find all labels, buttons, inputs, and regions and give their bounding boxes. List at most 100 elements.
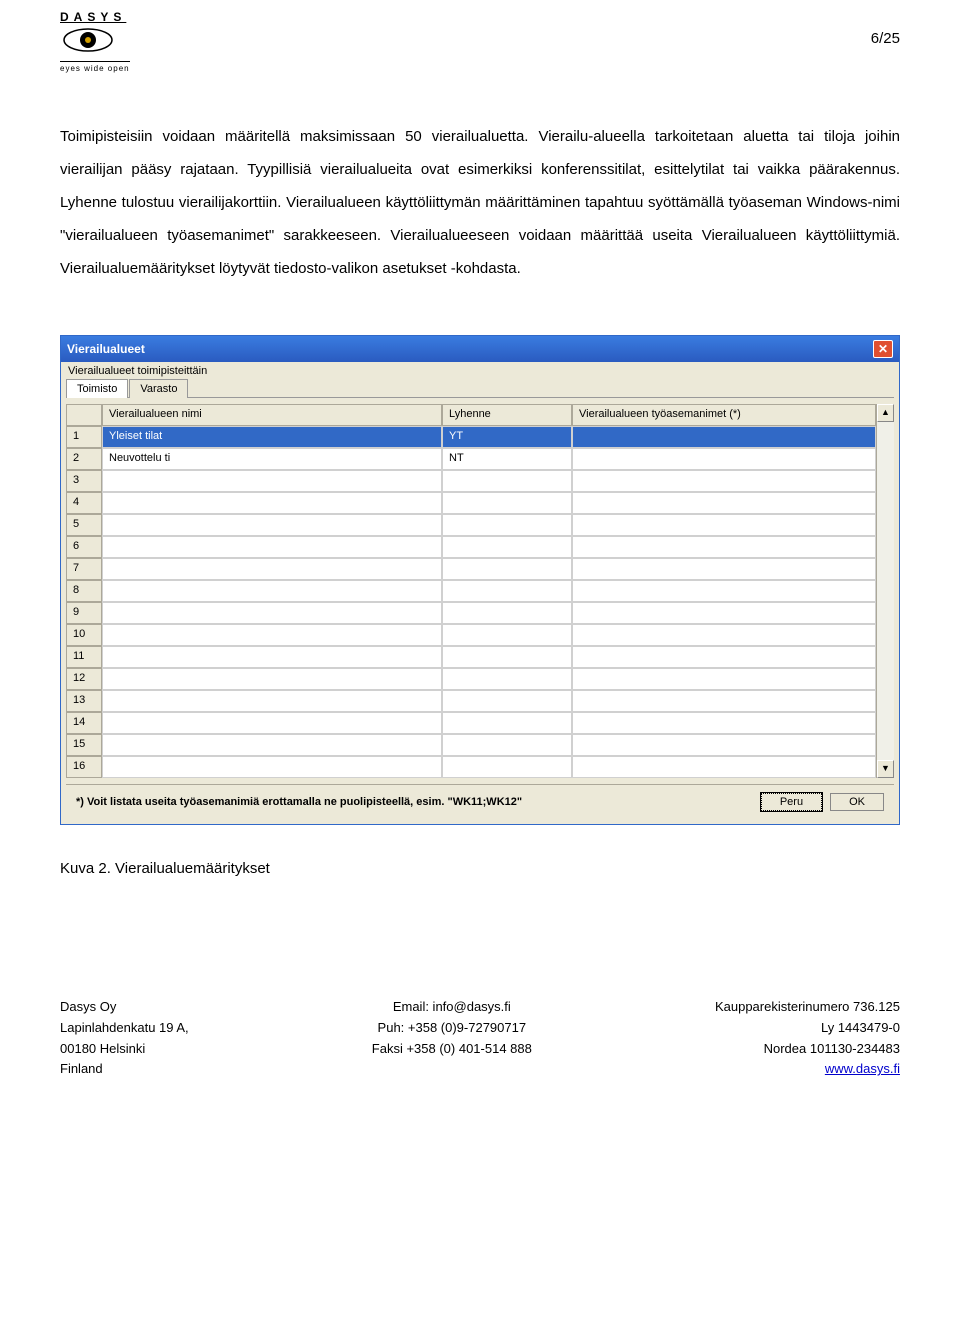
table-row[interactable]: 8	[66, 580, 876, 602]
table-row[interactable]: 5	[66, 514, 876, 536]
data-grid[interactable]: Vierailualueen nimi Lyhenne Vierailualue…	[66, 404, 876, 778]
row-number: 9	[66, 602, 102, 624]
header-row: Vierailualueen nimi Lyhenne Vierailualue…	[66, 404, 876, 426]
cell-workstations[interactable]	[572, 602, 876, 624]
vertical-scrollbar[interactable]: ▲ ▼	[876, 404, 894, 778]
figure-caption: Kuva 2. Vierailualuemääritykset	[60, 860, 900, 877]
scroll-up-icon[interactable]: ▲	[877, 404, 894, 422]
body-text: Toimipisteisiin voidaan määritellä maksi…	[60, 120, 900, 285]
row-number: 6	[66, 536, 102, 558]
table-row[interactable]: 16	[66, 756, 876, 778]
cell-workstations[interactable]	[572, 580, 876, 602]
cell-abbr[interactable]	[442, 558, 572, 580]
cell-workstations[interactable]	[572, 470, 876, 492]
cell-workstations[interactable]	[572, 536, 876, 558]
cell-name[interactable]	[102, 756, 442, 778]
cell-name[interactable]	[102, 734, 442, 756]
table-row[interactable]: 15	[66, 734, 876, 756]
header-name[interactable]: Vierailualueen nimi	[102, 404, 442, 426]
scroll-track[interactable]	[877, 422, 894, 760]
row-number: 11	[66, 646, 102, 668]
group-label: Vierailualueet toimipisteittäin	[62, 363, 898, 379]
cell-name[interactable]	[102, 624, 442, 646]
cell-name[interactable]: Neuvottelu ti	[102, 448, 442, 470]
cell-workstations[interactable]	[572, 624, 876, 646]
dialog-window: Vierailualueet ✕ Vierailualueet toimipis…	[60, 335, 900, 825]
cancel-button[interactable]: Peru	[761, 793, 822, 811]
header-workstations[interactable]: Vierailualueen työasemanimet (*)	[572, 404, 876, 426]
cell-workstations[interactable]	[572, 426, 876, 448]
table-row[interactable]: 14	[66, 712, 876, 734]
cell-name[interactable]	[102, 712, 442, 734]
table-row[interactable]: 11	[66, 646, 876, 668]
table-row[interactable]: 6	[66, 536, 876, 558]
cell-workstations[interactable]	[572, 712, 876, 734]
header-abbr[interactable]: Lyhenne	[442, 404, 572, 426]
address-line: Finland	[60, 1059, 189, 1080]
table-row[interactable]: 1Yleiset tilatYT	[66, 426, 876, 448]
cell-name[interactable]	[102, 536, 442, 558]
row-number: 16	[66, 756, 102, 778]
cell-abbr[interactable]	[442, 646, 572, 668]
cell-name[interactable]	[102, 646, 442, 668]
table-row[interactable]: 9	[66, 602, 876, 624]
website-link[interactable]: www.dasys.fi	[715, 1059, 900, 1080]
cell-name[interactable]	[102, 668, 442, 690]
cell-name[interactable]	[102, 492, 442, 514]
cell-workstations[interactable]	[572, 734, 876, 756]
cell-workstations[interactable]	[572, 492, 876, 514]
cell-abbr[interactable]	[442, 514, 572, 536]
dialog-titlebar[interactable]: Vierailualueet ✕	[61, 336, 899, 362]
cell-abbr[interactable]	[442, 668, 572, 690]
close-icon[interactable]: ✕	[873, 340, 893, 358]
cell-name[interactable]	[102, 514, 442, 536]
vat-line: Ly 1443479-0	[715, 1018, 900, 1039]
page-number: 6/25	[871, 30, 900, 47]
cell-abbr[interactable]	[442, 690, 572, 712]
table-row[interactable]: 4	[66, 492, 876, 514]
cell-abbr[interactable]: YT	[442, 426, 572, 448]
table-row[interactable]: 3	[66, 470, 876, 492]
row-number: 13	[66, 690, 102, 712]
cell-workstations[interactable]	[572, 668, 876, 690]
cell-name[interactable]	[102, 558, 442, 580]
cell-workstations[interactable]	[572, 448, 876, 470]
hint-text: *) Voit listata useita työasemanimiä ero…	[76, 796, 522, 808]
cell-abbr[interactable]	[442, 602, 572, 624]
table-row[interactable]: 2Neuvottelu tiNT	[66, 448, 876, 470]
scroll-down-icon[interactable]: ▼	[877, 760, 894, 778]
cell-abbr[interactable]: NT	[442, 448, 572, 470]
cell-abbr[interactable]	[442, 536, 572, 558]
table-row[interactable]: 10	[66, 624, 876, 646]
dialog-title: Vierailualueet	[67, 342, 145, 356]
cell-name[interactable]: Yleiset tilat	[102, 426, 442, 448]
cell-abbr[interactable]	[442, 624, 572, 646]
cell-workstations[interactable]	[572, 558, 876, 580]
cell-name[interactable]	[102, 470, 442, 492]
cell-abbr[interactable]	[442, 492, 572, 514]
page-footer: Dasys Oy Lapinlahdenkatu 19 A, 00180 Hel…	[60, 997, 900, 1080]
row-number: 5	[66, 514, 102, 536]
cell-abbr[interactable]	[442, 712, 572, 734]
cell-abbr[interactable]	[442, 580, 572, 602]
table-row[interactable]: 12	[66, 668, 876, 690]
cell-name[interactable]	[102, 602, 442, 624]
cell-abbr[interactable]	[442, 470, 572, 492]
cell-workstations[interactable]	[572, 690, 876, 712]
cell-name[interactable]	[102, 690, 442, 712]
row-number: 3	[66, 470, 102, 492]
cell-abbr[interactable]	[442, 734, 572, 756]
tab-varasto[interactable]: Varasto	[129, 379, 188, 398]
tab-toimisto[interactable]: Toimisto	[66, 379, 128, 398]
cell-name[interactable]	[102, 580, 442, 602]
row-number: 1	[66, 426, 102, 448]
cell-workstations[interactable]	[572, 514, 876, 536]
table-row[interactable]: 7	[66, 558, 876, 580]
table-row[interactable]: 13	[66, 690, 876, 712]
row-number: 15	[66, 734, 102, 756]
cell-workstations[interactable]	[572, 646, 876, 668]
cell-workstations[interactable]	[572, 756, 876, 778]
ok-button[interactable]: OK	[830, 793, 884, 811]
row-number: 4	[66, 492, 102, 514]
cell-abbr[interactable]	[442, 756, 572, 778]
